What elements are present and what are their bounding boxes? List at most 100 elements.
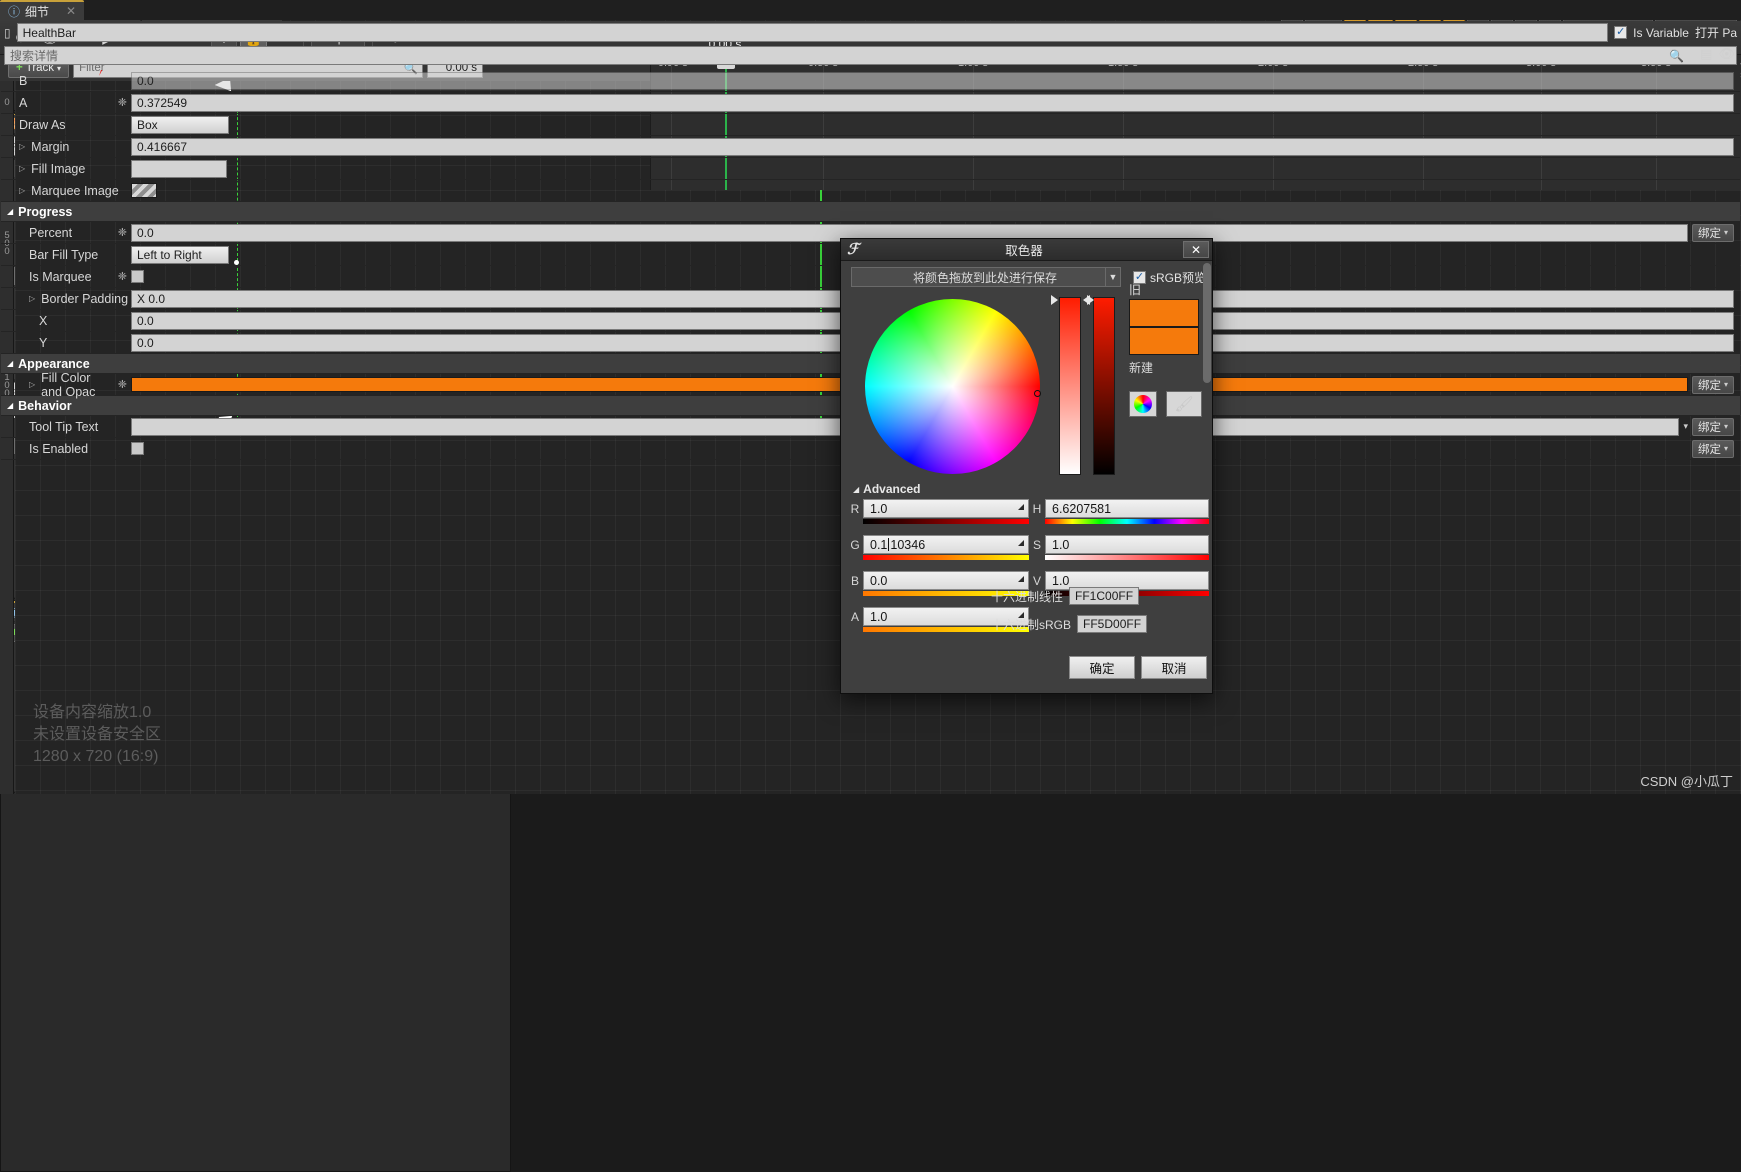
chevron-down-icon: ◢	[7, 207, 14, 216]
chevron-right-icon[interactable]: ▷	[29, 294, 35, 303]
spinner-icon[interactable]	[1018, 504, 1024, 510]
unreal-logo-icon: ℱ	[847, 242, 859, 258]
property-row: Draw As Box	[1, 114, 1740, 136]
bind-marker-icon[interactable]: ❈	[118, 270, 127, 283]
property-checkbox[interactable]	[131, 270, 144, 283]
eyedropper-button[interactable]: 🖌	[1166, 391, 1202, 417]
text-cursor	[888, 538, 890, 551]
saturation-bar[interactable]	[1059, 297, 1081, 475]
property-label-wrap: Y	[1, 336, 131, 350]
property-input[interactable]: 0.0	[131, 71, 1734, 90]
property-label: Is Enabled	[29, 441, 89, 456]
property-label-wrap: Is Enabled	[1, 442, 131, 456]
bind-marker-icon[interactable]: ❈	[118, 226, 127, 239]
save-color-dropzone[interactable]: 将颜色拖放到此处进行保存	[851, 267, 1119, 287]
slider-gradient[interactable]	[1045, 555, 1209, 560]
slider-input[interactable]: 6.6207581	[1045, 499, 1209, 518]
property-row: B 0.0	[1, 70, 1740, 92]
property-row: ▷ Margin 0.416667	[1, 136, 1740, 158]
slider-gradient[interactable]	[1045, 519, 1209, 524]
advanced-section-toggle[interactable]: ◢ Advanced	[853, 482, 921, 496]
property-input[interactable]: Left to Right	[131, 245, 229, 264]
property-checkbox[interactable]	[131, 442, 144, 455]
details-search-placeholder: 搜索详情	[10, 49, 59, 63]
chevron-down-icon: ▾	[1723, 380, 1728, 389]
marquee-image-thumb[interactable]	[131, 183, 157, 198]
property-label-wrap: ▷ Marquee Image	[1, 184, 131, 198]
slider-label: H	[1032, 502, 1042, 516]
picker-scrollbar[interactable]	[1203, 263, 1211, 383]
bind-marker-icon[interactable]: ❈	[118, 96, 127, 109]
color-picker-dialog[interactable]: ℱ 取色器 ✕ 将颜色拖放到此处进行保存 ▼ ✓ sRGB预览 旧 新建 🖌 ◢…	[840, 238, 1213, 694]
property-value-wrap	[131, 159, 1740, 178]
spinner-icon[interactable]	[1018, 576, 1024, 582]
property-input-x[interactable]: X 0.0	[131, 289, 931, 308]
slider-label: A	[850, 610, 859, 624]
chevron-right-icon[interactable]: ▷	[19, 186, 25, 195]
close-icon[interactable]: ✕	[1183, 241, 1209, 258]
property-input[interactable]: 0.372549	[131, 93, 1734, 112]
close-icon[interactable]: ✕	[66, 4, 76, 18]
spinner-icon[interactable]	[1018, 540, 1024, 546]
bind-marker-icon[interactable]: ❈	[118, 378, 127, 391]
bind-button[interactable]: 绑定 ▾	[1691, 417, 1734, 436]
slider-input[interactable]: 1.0	[1045, 535, 1209, 554]
property-input[interactable]: 0.416667	[131, 137, 1734, 156]
hex-linear-input[interactable]: FF1C00FF	[1069, 587, 1140, 605]
value-marker-right[interactable]	[1087, 295, 1094, 305]
details-search-input[interactable]: 搜索详情 🔍	[4, 46, 1737, 65]
new-color-label: 新建	[1129, 361, 1154, 375]
chevron-down-icon[interactable]: ▾	[1683, 421, 1688, 432]
new-color-swatch	[1129, 327, 1199, 355]
chevron-down-icon: ◢	[7, 401, 14, 410]
slider-label: S	[1032, 538, 1041, 552]
slider-label: V	[1032, 574, 1041, 588]
watermark: CSDN @小瓜丁	[1640, 774, 1733, 789]
property-label: Fill Image	[31, 161, 86, 176]
bind-button[interactable]: 绑定 ▾	[1691, 375, 1734, 394]
chevron-down-icon: ▾	[1723, 228, 1728, 237]
ok-button[interactable]: 确定	[1069, 656, 1135, 679]
property-label: Marquee Image	[31, 183, 119, 198]
object-name-input[interactable]: HealthBar	[16, 23, 1609, 42]
property-label-wrap: ▷ Margin	[1, 140, 131, 154]
is-variable-checkbox[interactable]: ✓	[1614, 26, 1628, 39]
color-wheel[interactable]	[865, 299, 1040, 474]
slider-label: R	[850, 502, 860, 516]
srgb-preview-toggle[interactable]: ✓ sRGB预览	[1133, 269, 1206, 286]
search-icon: 🔍	[1669, 48, 1684, 63]
color-wheel-mode-button[interactable]	[1129, 391, 1157, 417]
hex-srgb-input[interactable]: FF5D00FF	[1077, 615, 1148, 633]
chevron-down-icon: ◢	[7, 359, 14, 368]
property-input[interactable]: Box	[131, 115, 229, 134]
value-bar[interactable]	[1093, 297, 1115, 475]
bind-button[interactable]: 绑定 ▾	[1691, 223, 1734, 242]
bind-button[interactable]: 绑定 ▾	[1691, 439, 1734, 458]
property-label: Is Marquee	[29, 269, 92, 284]
property-label-wrap: Percent ❈	[1, 226, 131, 240]
section-label: Progress	[18, 204, 73, 219]
chevron-right-icon[interactable]: ▷	[19, 164, 25, 173]
slider-gradient[interactable]	[863, 555, 1029, 560]
slider-input[interactable]: 1.0	[863, 499, 1029, 518]
property-label-wrap: X	[1, 314, 131, 328]
open-parent-button[interactable]: 打开 Pa	[1695, 24, 1737, 41]
eye-icon[interactable]: 👁	[1718, 46, 1735, 62]
cancel-button[interactable]: 取消	[1141, 656, 1207, 679]
slider-gradient[interactable]	[863, 519, 1029, 524]
chevron-right-icon[interactable]: ▷	[29, 380, 35, 389]
saturation-marker[interactable]	[1051, 295, 1058, 305]
chevron-down-icon: ▾	[1723, 422, 1728, 431]
chevron-right-icon[interactable]: ▷	[19, 142, 25, 151]
details-section-progress[interactable]: ◢ Progress	[1, 202, 1740, 222]
tab-details[interactable]: ⓘ 细节 ✕	[0, 0, 85, 20]
srgb-label: sRGB预览	[1150, 271, 1207, 285]
property-input[interactable]	[131, 159, 227, 178]
property-label: Margin	[31, 139, 70, 154]
old-color-swatch	[1129, 299, 1199, 327]
save-color-dropdown-icon[interactable]: ▼	[1105, 267, 1121, 287]
slider-value-b: 10346	[890, 537, 926, 552]
slider-input[interactable]: 0.1 10346	[863, 535, 1029, 554]
list-view-icon[interactable]: ▤	[1700, 46, 1712, 62]
details-view-icons: ▤ 👁	[1700, 46, 1735, 62]
